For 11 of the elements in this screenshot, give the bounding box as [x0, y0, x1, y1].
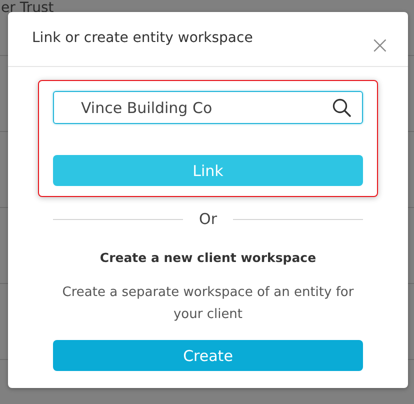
description-text: Create a separate workspace of an entity for your client — [62, 284, 354, 324]
or-label: Or — [199, 210, 217, 228]
create-button[interactable]: Create — [53, 340, 363, 371]
table-cell: er Trust — [1, 0, 54, 16]
close-button[interactable]: × — [370, 34, 390, 56]
link-button[interactable]: Link — [53, 155, 363, 186]
dialog-title: Link or create entity workspace — [32, 30, 253, 46]
section-title: Create a new client workspace — [98, 250, 318, 265]
search-field[interactable]: Vince Building Co — [53, 91, 363, 124]
search-input[interactable]: Vince Building Co — [81, 98, 332, 116]
search-icon — [332, 98, 352, 118]
